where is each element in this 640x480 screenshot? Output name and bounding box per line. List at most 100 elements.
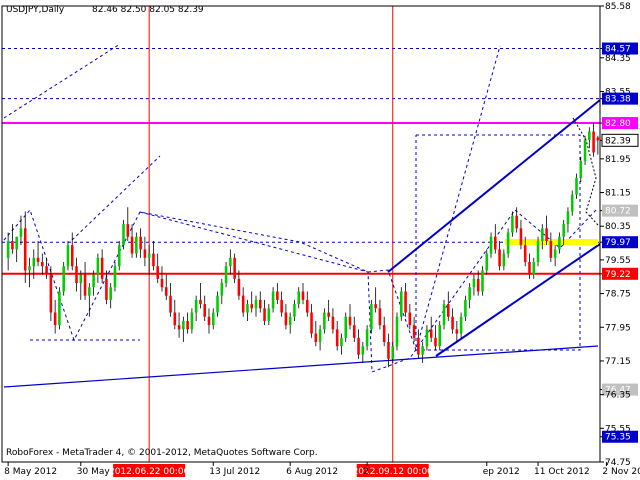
candle-body [400, 291, 403, 317]
y-tick-label: 79.22 [605, 270, 631, 280]
candle-body [182, 320, 185, 330]
x-tick-label: ep 2012 [483, 467, 520, 477]
candle-body [45, 266, 48, 275]
candle-body [203, 304, 206, 317]
candle-body [75, 266, 78, 284]
candle-body [523, 245, 527, 262]
candle-body [344, 316, 348, 338]
candle-body [220, 283, 224, 296]
candle-body [237, 278, 241, 296]
candle-body [566, 211, 570, 225]
candle-body [122, 224, 125, 246]
candle-body [438, 325, 442, 347]
candle-body [310, 312, 313, 334]
candle-body [314, 333, 318, 342]
candle-body [485, 253, 489, 271]
candle-body [335, 329, 339, 347]
y-tick-label: 76.35 [605, 391, 631, 401]
candle-body [211, 312, 215, 326]
candle-body [515, 215, 518, 229]
candle-body [113, 266, 117, 288]
y-tick-label: 77.95 [605, 323, 631, 333]
x-tick-label: 8 May 2012 [4, 467, 57, 477]
candle-body [412, 325, 416, 338]
candle-body [147, 253, 151, 258]
candle-body [536, 240, 540, 262]
candle-body [194, 299, 198, 313]
candle-body [100, 257, 104, 279]
candle-body [421, 346, 424, 355]
candle-body [241, 295, 245, 313]
candle-body [297, 291, 301, 305]
candle-body [327, 312, 330, 317]
candle-body [553, 249, 557, 258]
candle-body [186, 320, 189, 330]
candle-body [489, 236, 493, 254]
candle-body [164, 287, 168, 296]
candle-body [126, 224, 130, 237]
candle-body [447, 304, 450, 317]
candle-body [455, 329, 459, 334]
y-tick-label: 78.75 [605, 290, 631, 300]
candle-body [177, 325, 181, 330]
candle-body [434, 337, 437, 347]
candle-body [583, 139, 587, 161]
candle-body [305, 299, 309, 313]
y-tick-label: 77.15 [605, 357, 631, 367]
candle-body [408, 312, 412, 326]
candle-body [562, 224, 565, 237]
candle-body [506, 232, 510, 254]
candle-body [288, 316, 292, 326]
candle-body [199, 299, 202, 305]
y-tick-label: 75.35 [605, 433, 631, 443]
y-tick-label: 80.72 [605, 207, 631, 217]
candle-body [216, 295, 219, 313]
candle-body [464, 299, 467, 317]
y-tick-label: 82.80 [605, 119, 631, 129]
y-tick-label: 83.38 [605, 95, 631, 105]
candle-body [41, 262, 44, 267]
candle-body [190, 312, 194, 330]
x-tick-label: 2 [363, 467, 369, 477]
candle-body [361, 346, 365, 355]
candle-body [459, 316, 463, 334]
candle-body [15, 236, 18, 250]
candle-body [117, 245, 121, 267]
candle-body [323, 312, 326, 330]
candle-body [6, 240, 10, 258]
candle-body [588, 131, 591, 140]
candle-body [88, 287, 91, 296]
candle-body [224, 266, 228, 284]
candle-body [36, 257, 40, 262]
candle-body [276, 291, 279, 300]
candle-body [254, 299, 258, 309]
candle-body [301, 291, 305, 300]
candle-body [130, 236, 134, 254]
candle-body [169, 295, 172, 313]
candle-body [494, 236, 497, 250]
candle-body [532, 262, 536, 275]
candle-body [318, 329, 322, 342]
candle-body [70, 245, 74, 267]
candle-body [105, 278, 108, 300]
x-tick-label: 6 Aug 2012 [286, 467, 338, 477]
y-tick-label: 81.95 [605, 155, 631, 165]
candle-body [92, 274, 95, 288]
candle-body [404, 291, 407, 313]
candle-body [233, 257, 236, 279]
candle-body [519, 228, 523, 246]
candle-body [152, 253, 155, 267]
candle-body [476, 278, 480, 292]
candle-body [32, 257, 36, 267]
candle-body [395, 316, 399, 347]
candle-body [66, 245, 70, 267]
candle-body [417, 337, 420, 355]
candle-body [387, 342, 390, 359]
candle-body [596, 137, 600, 141]
candle-body [246, 304, 249, 313]
price-chart: 2012.06.22 00:00 2012.09.12 00:00 85.5884… [0, 0, 640, 480]
candle-body [592, 131, 595, 153]
candle-body [160, 278, 164, 288]
candle-body [139, 236, 142, 250]
candle-body [468, 287, 471, 300]
